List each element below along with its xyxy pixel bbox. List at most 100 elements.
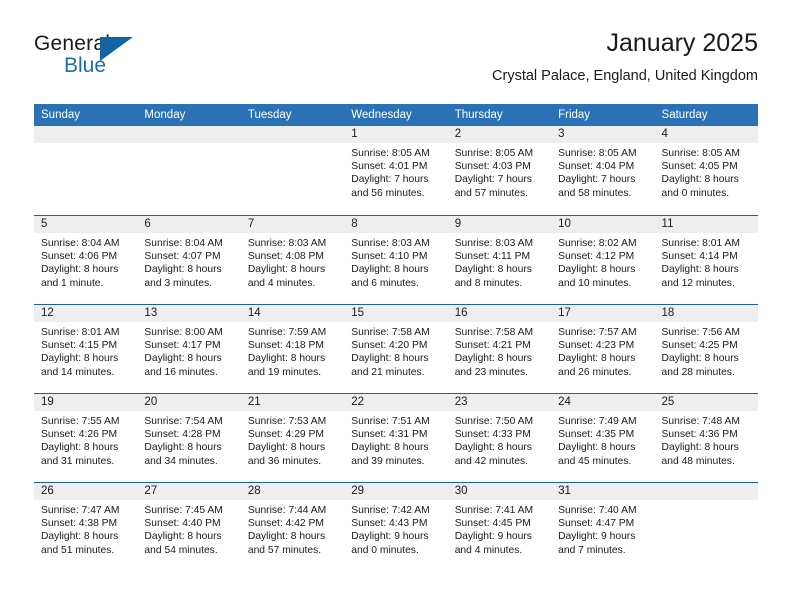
calendar-day-cell[interactable]: 12 Sunrise: 8:01 AM Sunset: 4:15 PM Dayligh… [34,305,138,393]
day-number: 22 [344,394,448,411]
sunset-text: Sunset: 4:43 PM [351,518,428,530]
calendar-day-cell[interactable]: 9 Sunrise: 8:03 AM Sunset: 4:11 PM Daylight… [447,216,552,304]
calendar-day-cell[interactable]: 10 Sunrise: 8:02 AM Sunset: 4:12 PM Dayligh… [551,216,655,304]
calendar-day-cell[interactable]: 18 Sunrise: 7:56 AM Sunset: 4:25 PM Dayligh… [654,305,758,393]
calendar-day-cell[interactable]: 24 Sunrise: 7:49 AM Sunset: 4:35 PM Dayligh… [551,394,655,482]
calendar-day-cell[interactable]: 4 Sunrise: 8:05 AM Sunset: 4:05 PM Daylight… [654,126,758,215]
daylight-text-line2: and 31 minutes. [41,455,115,467]
daylight-text-line1: Daylight: 8 hours [351,264,429,276]
daylight-text-line1: Daylight: 8 hours [661,442,739,454]
daylight-text-line2: and 1 minute. [41,277,104,289]
sunset-text: Sunset: 4:26 PM [41,429,118,441]
calendar-day-cell-empty [34,126,138,215]
daylight-text-line2: and 57 minutes. [454,187,528,199]
daylight-text-line1: Daylight: 7 hours [351,174,429,186]
calendar-day-cell[interactable]: 6 Sunrise: 8:04 AM Sunset: 4:07 PM Daylight… [137,216,241,304]
sunset-text: Sunset: 4:35 PM [558,429,635,441]
calendar-day-cell[interactable]: 27 Sunrise: 7:45 AM Sunset: 4:40 PM Dayligh… [137,483,241,571]
weekday-header-friday: Friday [558,109,591,121]
calendar-day-cell[interactable]: 20 Sunrise: 7:54 AM Sunset: 4:28 PM Dayligh… [137,394,241,482]
day-details: Sunrise: 7:48 AM Sunset: 4:36 PM Daylight:… [655,411,758,468]
daylight-text-line1: Daylight: 9 hours [558,531,636,543]
daylight-text-line1: Daylight: 8 hours [454,442,532,454]
sunset-text: Sunset: 4:36 PM [661,429,738,441]
calendar-day-cell[interactable]: 11 Sunrise: 8:01 AM Sunset: 4:14 PM Dayligh… [654,216,758,304]
calendar-day-cell[interactable]: 30 Sunrise: 7:41 AM Sunset: 4:45 PM Dayligh… [447,483,552,571]
day-number: 11 [654,216,758,233]
day-number: 26 [34,483,138,500]
daylight-text-line1: Daylight: 8 hours [41,531,119,543]
day-details: Sunrise: 8:05 AM Sunset: 4:05 PM Daylight:… [655,143,758,200]
day-details: Sunrise: 7:56 AM Sunset: 4:25 PM Daylight:… [655,322,758,379]
calendar-day-cell[interactable]: 19 Sunrise: 7:55 AM Sunset: 4:26 PM Dayligh… [34,394,138,482]
calendar-day-cell-empty [654,483,758,571]
sunrise-text: Sunrise: 8:01 AM [41,327,120,338]
calendar-day-cell[interactable]: 25 Sunrise: 7:48 AM Sunset: 4:36 PM Dayligh… [654,394,758,482]
title-block: January 2025 Crystal Palace, England, Un… [492,28,758,86]
weekday-header-wednesday: Wednesday [351,109,412,121]
sunrise-text: Sunrise: 7:51 AM [351,416,430,427]
daylight-text-line2: and 4 minutes. [454,544,523,556]
daylight-text-line1: Daylight: 8 hours [247,353,326,365]
day-number: 7 [240,216,345,233]
day-number: 8 [344,216,448,233]
sunset-text: Sunset: 4:06 PM [41,251,118,263]
sunset-text: Sunset: 4:33 PM [454,429,531,441]
calendar-day-cell[interactable]: 13 Sunrise: 8:00 AM Sunset: 4:17 PM Dayligh… [137,305,241,393]
calendar-day-cell[interactable]: 1 Sunrise: 8:05 AM Sunset: 4:01 PM Daylight… [344,126,448,215]
daylight-text-line1: Daylight: 8 hours [247,442,326,454]
calendar-day-cell[interactable]: 5 Sunrise: 8:04 AM Sunset: 4:06 PM Daylight… [34,216,138,304]
sunrise-text: Sunrise: 7:47 AM [41,505,120,516]
calendar-day-cell[interactable]: 15 Sunrise: 7:58 AM Sunset: 4:20 PM Dayligh… [344,305,448,393]
sunset-text: Sunset: 4:07 PM [144,251,221,263]
day-number: 27 [137,483,241,500]
calendar-day-cell[interactable]: 26 Sunrise: 7:47 AM Sunset: 4:38 PM Dayligh… [34,483,138,571]
day-details: Sunrise: 8:03 AM Sunset: 4:11 PM Daylight:… [448,233,551,290]
calendar-day-cell[interactable]: 7 Sunrise: 8:03 AM Sunset: 4:08 PM Daylight… [240,216,345,304]
sunrise-text: Sunrise: 7:55 AM [41,416,120,427]
calendar-day-cell[interactable]: 14 Sunrise: 7:59 AM Sunset: 4:18 PM Dayligh… [240,305,345,393]
daylight-text-line2: and 0 minutes. [661,187,730,199]
calendar-day-cell[interactable]: 3 Sunrise: 8:05 AM Sunset: 4:04 PM Daylight… [551,126,655,215]
daylight-text-line1: Daylight: 8 hours [351,353,429,365]
brand-logo[interactable]: General Blue [34,32,224,84]
daylight-text-line2: and 26 minutes. [558,366,632,378]
day-details: Sunrise: 7:47 AM Sunset: 4:38 PM Daylight:… [34,500,137,557]
daylight-text-line2: and 34 minutes. [144,455,218,467]
day-number: 24 [551,394,655,411]
day-details: Sunrise: 7:42 AM Sunset: 4:43 PM Daylight:… [344,500,447,557]
day-number: 10 [551,216,655,233]
day-number: 15 [344,305,448,322]
daylight-text-line1: Daylight: 8 hours [661,353,739,365]
calendar-page: General Blue January 2025 Crystal Palace… [0,0,792,612]
sunset-text: Sunset: 4:17 PM [144,340,221,352]
day-details: Sunrise: 8:05 AM Sunset: 4:01 PM Daylight:… [344,143,447,200]
calendar-day-cell[interactable]: 8 Sunrise: 8:03 AM Sunset: 4:10 PM Daylight… [344,216,448,304]
weekday-header-monday: Monday [144,109,186,121]
day-number: 2 [447,126,552,143]
daylight-text-line2: and 14 minutes. [41,366,115,378]
day-number: 23 [447,394,552,411]
sunset-text: Sunset: 4:23 PM [558,340,635,352]
calendar-day-cell[interactable]: 31 Sunrise: 7:40 AM Sunset: 4:47 PM Dayligh… [551,483,655,571]
sunrise-text: Sunrise: 8:02 AM [558,238,637,249]
daylight-text-line1: Daylight: 8 hours [558,442,636,454]
daylight-text-line2: and 54 minutes. [144,544,218,556]
calendar-day-cell[interactable]: 16 Sunrise: 7:58 AM Sunset: 4:21 PM Dayligh… [447,305,552,393]
weekday-header-thursday: Thursday [454,109,503,121]
calendar-day-cell[interactable]: 21 Sunrise: 7:53 AM Sunset: 4:29 PM Dayligh… [240,394,345,482]
daylight-text-line1: Daylight: 9 hours [351,531,429,543]
sunrise-text: Sunrise: 7:57 AM [558,327,637,338]
calendar-day-cell[interactable]: 17 Sunrise: 7:57 AM Sunset: 4:23 PM Dayligh… [551,305,655,393]
calendar-day-cell[interactable]: 28 Sunrise: 7:44 AM Sunset: 4:42 PM Dayligh… [240,483,345,571]
calendar-day-cell[interactable]: 22 Sunrise: 7:51 AM Sunset: 4:31 PM Dayligh… [344,394,448,482]
calendar-day-cell[interactable]: 2 Sunrise: 8:05 AM Sunset: 4:03 PM Daylight… [447,126,552,215]
calendar-day-cell[interactable]: 29 Sunrise: 7:42 AM Sunset: 4:43 PM Dayligh… [344,483,448,571]
sunrise-text: Sunrise: 8:05 AM [351,148,430,159]
calendar-week-row: 12 Sunrise: 8:01 AM Sunset: 4:15 PM Dayligh… [34,304,758,393]
day-number [137,126,241,143]
page-title: January 2025 [606,29,758,57]
day-details: Sunrise: 7:54 AM Sunset: 4:28 PM Daylight:… [137,411,240,468]
calendar-weeks: 1 Sunrise: 8:05 AM Sunset: 4:01 PM Daylight… [34,126,758,571]
calendar-day-cell[interactable]: 23 Sunrise: 7:50 AM Sunset: 4:33 PM Dayligh… [447,394,552,482]
